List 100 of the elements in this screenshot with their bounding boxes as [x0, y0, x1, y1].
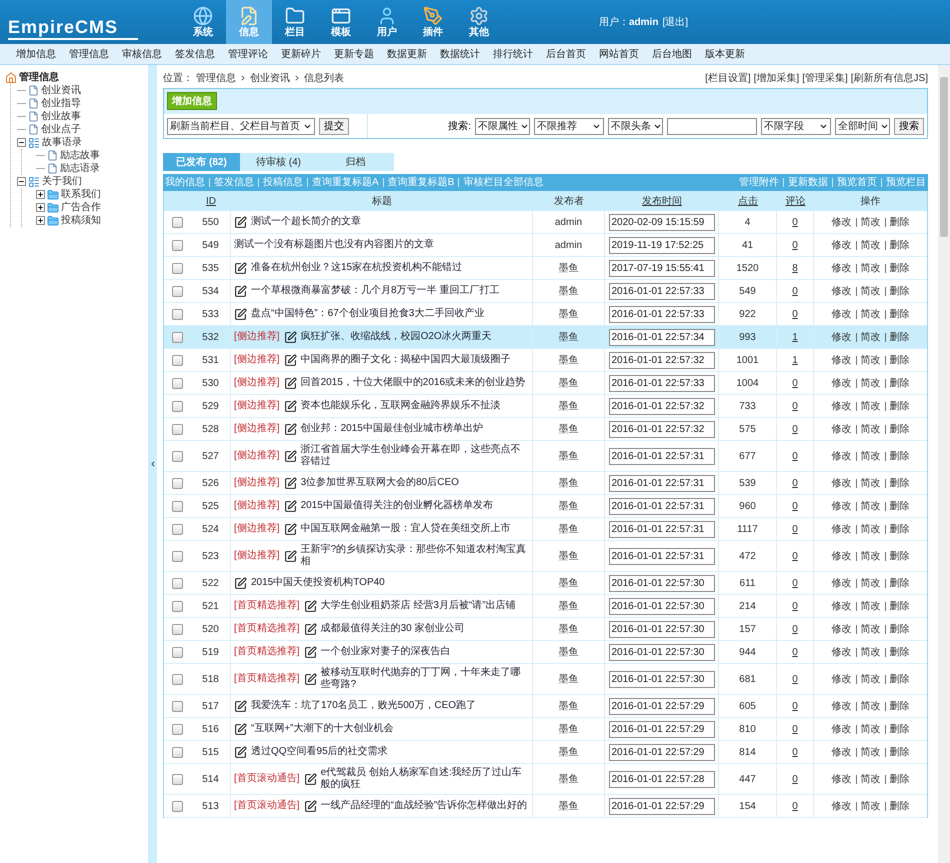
top-link[interactable]: [增加采集] [754, 70, 800, 86]
row-checkbox[interactable] [172, 600, 183, 612]
time-select[interactable]: 全部时间 [835, 118, 890, 134]
row-checkbox[interactable] [172, 216, 183, 228]
action-link[interactable]: 修改 [832, 744, 852, 760]
comments-link[interactable]: 0 [792, 376, 798, 390]
row-checkbox[interactable] [172, 378, 183, 388]
top-link[interactable]: [刷新所有信息JS] [850, 70, 928, 86]
title-link[interactable]: 准备在杭州创业？这15家在杭投资机构不能错过 [251, 262, 529, 274]
time-field[interactable]: 2016-01-01 22:57:29 [608, 698, 714, 714]
row-checkbox[interactable] [172, 286, 183, 296]
action-link[interactable]: 删除 [890, 672, 910, 686]
tree-item[interactable]: 创业资讯 [41, 83, 81, 98]
edit-icon[interactable] [304, 646, 317, 658]
action-link[interactable]: 修改 [832, 284, 852, 298]
comments-link[interactable]: 0 [792, 644, 798, 660]
action-link[interactable]: 删除 [890, 306, 910, 322]
comments-link[interactable]: 0 [792, 306, 798, 322]
tree-item[interactable]: 广告合作 [61, 200, 101, 215]
table-row[interactable]: 517 我爱洗车：坑了170名员工，败光500万，CEO跑了 墨鱼 2016-01-01 22:57:29 605 0 修改 简改 删除 [164, 695, 927, 718]
action-link[interactable]: 删除 [890, 698, 910, 714]
action-link[interactable]: 简改 [860, 398, 880, 414]
title-link[interactable]: 疯狂扩张、收缩战线，校园O2O冰火两重天 [300, 331, 529, 343]
action-link[interactable]: 修改 [832, 548, 852, 564]
table-row[interactable]: 513 [首页滚动通告] 一线产品经理的“血战经验”告诉你怎样做出好的 墨鱼 2016-01-01 22:57:29 154 0 修改 简改 删除 [164, 795, 927, 818]
tag-link[interactable]: [首页精选推荐] [234, 600, 300, 612]
row-checkbox[interactable] [172, 624, 183, 634]
logout-link[interactable]: [退出] [662, 14, 688, 30]
action-link[interactable]: 删除 [890, 476, 910, 490]
edit-icon[interactable] [284, 400, 297, 412]
edit-icon[interactable] [234, 284, 247, 298]
action-link[interactable]: 删除 [890, 238, 910, 252]
tag-link[interactable]: [侧边推荐] [234, 550, 280, 562]
title-link[interactable]: 被移动互联时代抛弃的丁丁网，十年来走了哪些弯路? [320, 667, 529, 691]
edit-icon[interactable] [284, 330, 297, 344]
title-link[interactable]: 大学生创业租奶茶店 经营3月后被“请”出店铺 [320, 600, 529, 612]
nav-tab[interactable]: 系统 [180, 0, 226, 44]
edit-icon[interactable] [284, 354, 297, 366]
expand-icon[interactable] [36, 216, 45, 225]
edit-icon[interactable] [284, 422, 297, 436]
action-link[interactable]: 删除 [890, 376, 910, 390]
action-link[interactable]: 简改 [860, 476, 880, 490]
time-field[interactable]: 2016-01-01 22:57:33 [608, 282, 714, 300]
action-link[interactable]: 修改 [832, 238, 852, 252]
action-link[interactable]: 简改 [860, 498, 880, 514]
row-checkbox[interactable] [172, 354, 183, 366]
tag-link[interactable]: [侧边推荐] [234, 423, 280, 435]
action-link[interactable]: 修改 [832, 306, 852, 322]
expand-icon[interactable] [36, 203, 45, 212]
tag-link[interactable]: [侧边推荐] [234, 523, 280, 535]
time-field[interactable]: 2016-01-01 22:57:29 [608, 744, 714, 760]
row-checkbox[interactable] [172, 524, 183, 534]
action-link[interactable]: 删除 [890, 330, 910, 344]
comments-link[interactable]: 0 [792, 598, 798, 614]
table-row[interactable]: 522 2015中国天使投资机构TOP40 墨鱼 2016-01-01 22:57:30 611 0 修改 简改 删除 [164, 572, 927, 595]
tag-link[interactable]: [首页滚动通告] [234, 773, 300, 785]
edit-icon[interactable] [234, 262, 247, 274]
title-link[interactable]: 一个创业家对妻子的深夜告白 [320, 646, 529, 658]
breadcrumb-link[interactable]: 信息列表 [304, 70, 344, 86]
action-link[interactable]: 修改 [832, 352, 852, 368]
action-link[interactable]: 简改 [860, 744, 880, 760]
table-row[interactable]: 535 准备在杭州创业？这15家在杭投资机构不能错过 墨鱼 2017-07-19 15:55:41 1520 8 修改 简改 删除 [164, 257, 927, 280]
action-link[interactable]: 修改 [832, 476, 852, 490]
row-checkbox[interactable] [172, 478, 183, 488]
tree-root[interactable]: 管理信息 [19, 70, 59, 85]
tab[interactable]: 归档 [317, 153, 394, 171]
title-link[interactable]: e代驾裁员 创始人杨家军自述:我经历了过山车般的疯狂 [320, 767, 529, 791]
comments-link[interactable]: 0 [792, 284, 798, 298]
nav-tab[interactable]: 用户 [364, 0, 410, 44]
tag-link[interactable]: [侧边推荐] [234, 450, 280, 462]
tree-item[interactable]: 创业指导 [41, 96, 81, 111]
edit-icon[interactable] [304, 600, 317, 612]
subnav-link[interactable]: 后台首页 [546, 46, 586, 62]
comments-link[interactable]: 0 [792, 476, 798, 490]
table-row[interactable]: 530 [侧边推荐] 回首2015，十位大佬眼中的2016或未来的创业趋势 墨鱼 2016-01-01 22:57:33 1004 0 修改 简改 删除 [164, 372, 927, 395]
action-link[interactable]: 简改 [860, 798, 880, 814]
nav-tab[interactable]: 插件 [410, 0, 456, 44]
action-link[interactable]: 删除 [890, 576, 910, 590]
filter-select[interactable]: 不限推荐 [534, 118, 604, 134]
subnav-link[interactable]: 更新碎片 [281, 46, 321, 62]
title-link[interactable]: 中国商界的圈子文化：揭秘中国四大最顶级圈子 [300, 354, 529, 366]
comments-link[interactable]: 0 [792, 214, 798, 230]
subnav-link[interactable]: 审核信息 [122, 46, 162, 62]
action-link[interactable]: 简改 [860, 352, 880, 368]
tag-link[interactable]: [首页滚动通告] [234, 800, 300, 812]
tree-item[interactable]: 创业故事 [41, 109, 81, 124]
action-link[interactable]: 简改 [860, 622, 880, 636]
action-link[interactable]: 修改 [832, 576, 852, 590]
nav-tab[interactable]: 栏目 [272, 0, 318, 44]
edit-icon[interactable] [284, 476, 297, 490]
title-link[interactable]: 一个草根微商暴富梦破：几个月8万亏一半 重回工厂打工 [251, 285, 529, 297]
action-link[interactable]: 修改 [832, 522, 852, 536]
edit-icon[interactable] [234, 576, 247, 590]
action-link[interactable]: 简改 [860, 448, 880, 464]
table-row[interactable]: 532 [侧边推荐] 疯狂扩张、收缩战线，校园O2O冰火两重天 墨鱼 2016-01-01 22:57:34 993 1 修改 简改 删除 [164, 326, 927, 349]
table-row[interactable]: 549 测试一个没有标题图片也没有内容图片的文章 admin 2019-11-19 17:52:25 41 0 修改 简改 删除 [164, 234, 927, 257]
action-link[interactable]: 简改 [860, 214, 880, 230]
subnav-link[interactable]: 网站首页 [599, 46, 639, 62]
row-checkbox[interactable] [172, 674, 183, 684]
title-link[interactable]: 测试一个没有标题图片也没有内容图片的文章 [234, 239, 529, 251]
